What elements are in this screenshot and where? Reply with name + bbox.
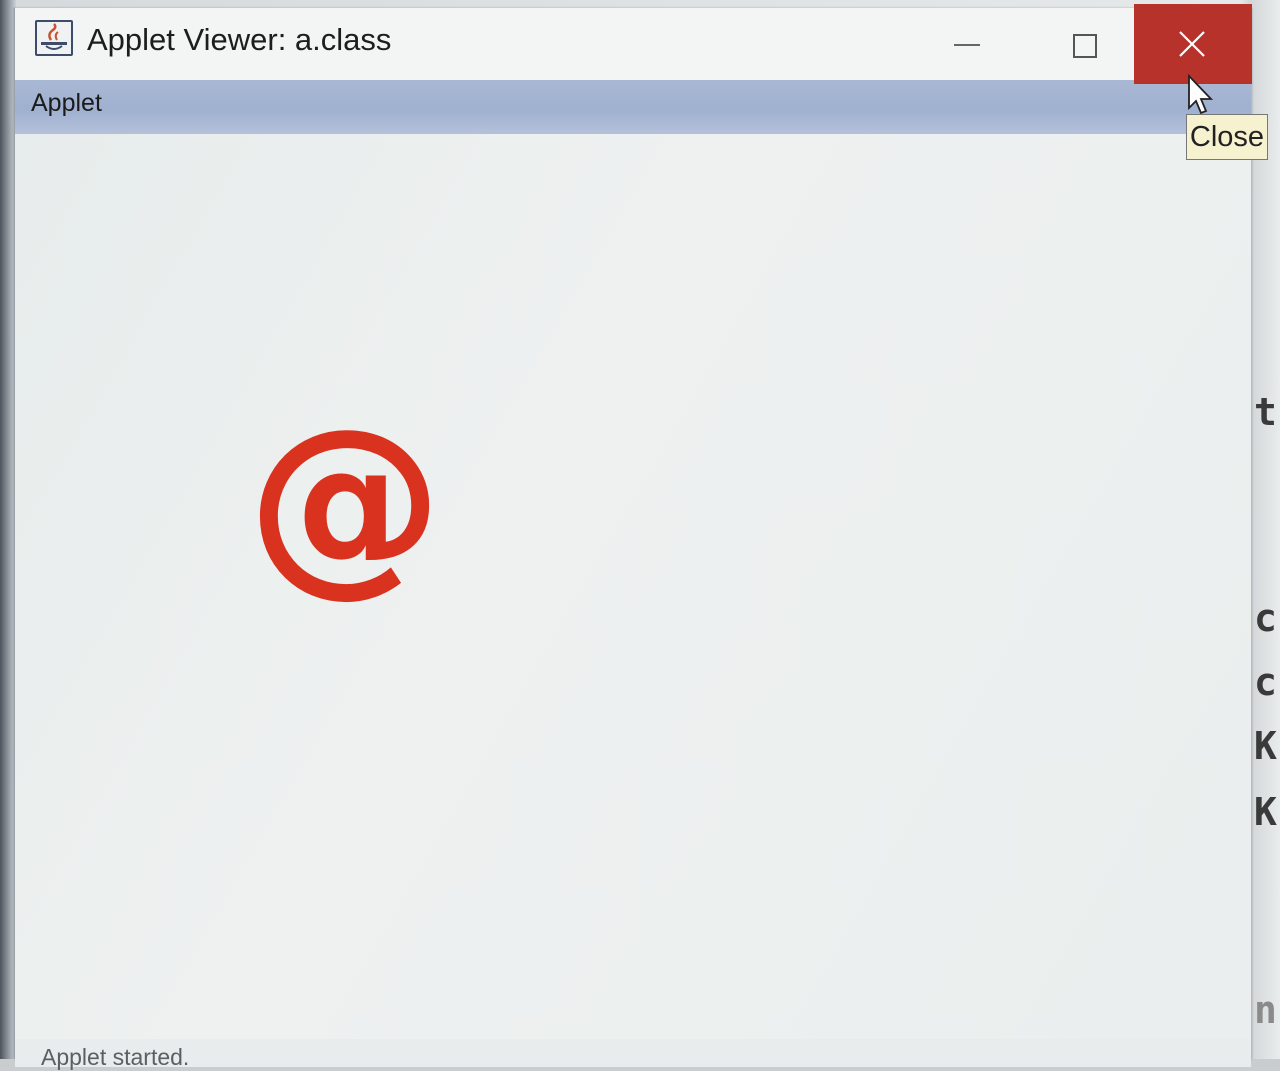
minimize-icon [954, 44, 980, 46]
background-char: n [1254, 988, 1277, 1032]
minimize-button[interactable] [925, 8, 1009, 80]
close-tooltip: Close [1186, 114, 1268, 160]
background-char: K [1254, 724, 1277, 768]
applet-viewer-window: Applet Viewer: a.class Applet @ Applet s… [14, 8, 1252, 1070]
window-title: Applet Viewer: a.class [87, 22, 392, 57]
maximize-icon [1073, 34, 1097, 58]
mouse-cursor-icon [1188, 74, 1214, 115]
menu-bar: Applet [15, 80, 1251, 134]
background-char: K [1254, 790, 1277, 834]
background-char: c [1254, 660, 1277, 704]
maximize-button[interactable] [1045, 8, 1129, 80]
status-text: Applet started. [41, 1044, 190, 1070]
background-char: c [1254, 596, 1277, 640]
close-button[interactable] [1134, 4, 1252, 84]
background-char: t [1254, 390, 1277, 434]
status-bar: Applet started. [15, 1039, 1251, 1070]
menu-applet[interactable]: Applet [31, 88, 102, 118]
close-icon [1179, 31, 1205, 57]
java-app-icon[interactable] [35, 20, 73, 56]
title-bar[interactable]: Applet Viewer: a.class [15, 8, 1251, 80]
applet-canvas[interactable] [15, 134, 1251, 1039]
at-sign-graphic: @ [247, 387, 443, 615]
